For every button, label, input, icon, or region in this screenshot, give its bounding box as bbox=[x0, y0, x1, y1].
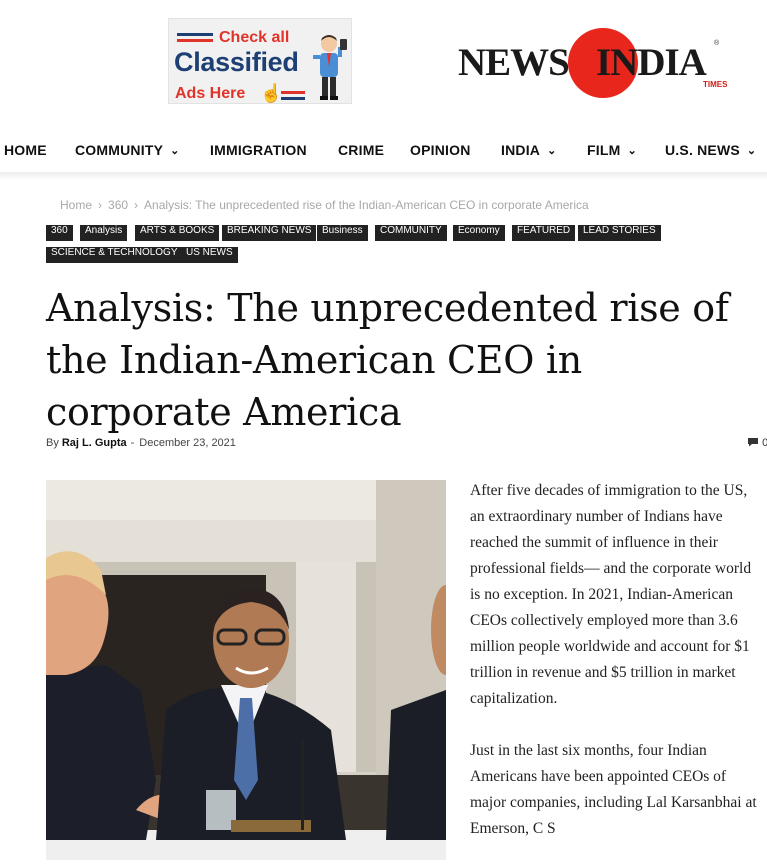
byline: By Raj L. Gupta - December 23, 2021 bbox=[46, 437, 236, 449]
byline-dash: - bbox=[130, 437, 135, 449]
tag-science-technology[interactable]: SCIENCE & TECHNOLOGY bbox=[46, 247, 183, 263]
breadcrumb-current: Analysis: The unprecedented rise of the … bbox=[144, 198, 589, 212]
pointing-hand-icon: ☝ bbox=[260, 83, 283, 103]
nav-item-community[interactable]: COMMUNITY ⌄ bbox=[75, 142, 180, 158]
ad-line-2: Classified bbox=[174, 47, 299, 77]
breadcrumb: Home › 360 › Analysis: The unprecedented ris… bbox=[60, 198, 589, 212]
ad-stripe-blue bbox=[177, 33, 213, 36]
nav-divider bbox=[0, 172, 767, 180]
main-nav: HOME COMMUNITY ⌄ IMMIGRATION CRIME OPINIO… bbox=[0, 136, 767, 166]
article-title: Analysis: The unprecedented rise of the … bbox=[46, 286, 729, 434]
publish-date: December 23, 2021 bbox=[139, 437, 236, 449]
tag-us-news[interactable]: US NEWS bbox=[181, 247, 238, 263]
nav-item-crime[interactable]: CRIME bbox=[338, 142, 384, 158]
nav-item-home[interactable]: HOME bbox=[4, 142, 47, 158]
logo-registered-mark: ® bbox=[714, 40, 720, 47]
ad-stripe-red bbox=[177, 39, 213, 42]
nav-item-immigration[interactable]: IMMIGRATION bbox=[210, 142, 307, 158]
tag-business[interactable]: Business bbox=[317, 225, 368, 241]
article-photo[interactable] bbox=[46, 480, 446, 860]
nav-label-immigration: IMMIGRATION bbox=[210, 142, 307, 158]
tag-breaking-news[interactable]: BREAKING NEWS bbox=[222, 225, 317, 241]
author-link[interactable]: Raj L. Gupta bbox=[62, 437, 127, 449]
logo-word-india: INDIA bbox=[596, 41, 707, 84]
nav-label-us-news: U.S. NEWS bbox=[665, 142, 740, 158]
comments-number: 0 bbox=[762, 437, 767, 449]
nav-label-community: COMMUNITY bbox=[75, 142, 164, 158]
nav-item-india[interactable]: INDIA ⌄ bbox=[501, 142, 557, 158]
breadcrumb-home[interactable]: Home bbox=[60, 198, 92, 212]
classified-ads-banner[interactable]: Check all Classified Ads Here ☝ bbox=[168, 18, 352, 104]
article-body: After five decades of immigration to the… bbox=[470, 478, 762, 868]
businessman-icon bbox=[313, 35, 347, 100]
byline-by: By bbox=[46, 437, 59, 449]
breadcrumb-separator: › bbox=[134, 198, 139, 212]
photo-illustration bbox=[46, 480, 446, 860]
logo-word-news: NEWS bbox=[458, 41, 570, 84]
nav-label-india: INDIA bbox=[501, 142, 541, 158]
nav-item-us-news[interactable]: U.S. NEWS ⌄ bbox=[665, 142, 756, 158]
comments-count[interactable]: 0 bbox=[747, 437, 767, 449]
chevron-down-icon: ⌄ bbox=[547, 145, 557, 157]
nav-label-film: FILM bbox=[587, 142, 621, 158]
nav-label-crime: CRIME bbox=[338, 142, 385, 158]
tag-community[interactable]: COMMUNITY bbox=[375, 225, 447, 241]
article-paragraph-1: After five decades of immigration to the… bbox=[470, 482, 752, 707]
tag-analysis[interactable]: Analysis bbox=[80, 225, 128, 241]
tag-economy[interactable]: Economy bbox=[453, 225, 505, 241]
comment-icon bbox=[748, 438, 758, 447]
ad-line-1: Check all bbox=[219, 29, 290, 46]
breadcrumb-separator: › bbox=[98, 198, 103, 212]
nav-label-opinion: OPINION bbox=[410, 142, 471, 158]
chevron-down-icon: ⌄ bbox=[627, 145, 637, 157]
tag-arts-books[interactable]: ARTS & BOOKS bbox=[135, 225, 220, 241]
site-logo[interactable]: NEWS INDIA ® TIMES bbox=[458, 28, 728, 98]
ad-stripe-blue-2 bbox=[281, 97, 305, 100]
chevron-down-icon: ⌄ bbox=[746, 145, 757, 157]
nav-item-film[interactable]: FILM ⌄ bbox=[587, 142, 637, 158]
logo-times: TIMES bbox=[703, 80, 728, 89]
article-paragraph-2: Just in the last six months, four Indian… bbox=[470, 742, 757, 837]
chevron-down-icon: ⌄ bbox=[170, 145, 180, 157]
nav-item-opinion[interactable]: OPINION bbox=[410, 142, 471, 158]
breadcrumb-section[interactable]: 360 bbox=[108, 198, 128, 212]
tag-lead-stories[interactable]: LEAD STORIES bbox=[578, 225, 661, 241]
ad-stripe-red-2 bbox=[281, 91, 305, 94]
tag-360[interactable]: 360 bbox=[46, 225, 73, 241]
tag-featured[interactable]: FEATURED bbox=[512, 225, 576, 241]
nav-label-home: HOME bbox=[4, 142, 47, 158]
ad-line-3: Ads Here bbox=[175, 85, 246, 102]
